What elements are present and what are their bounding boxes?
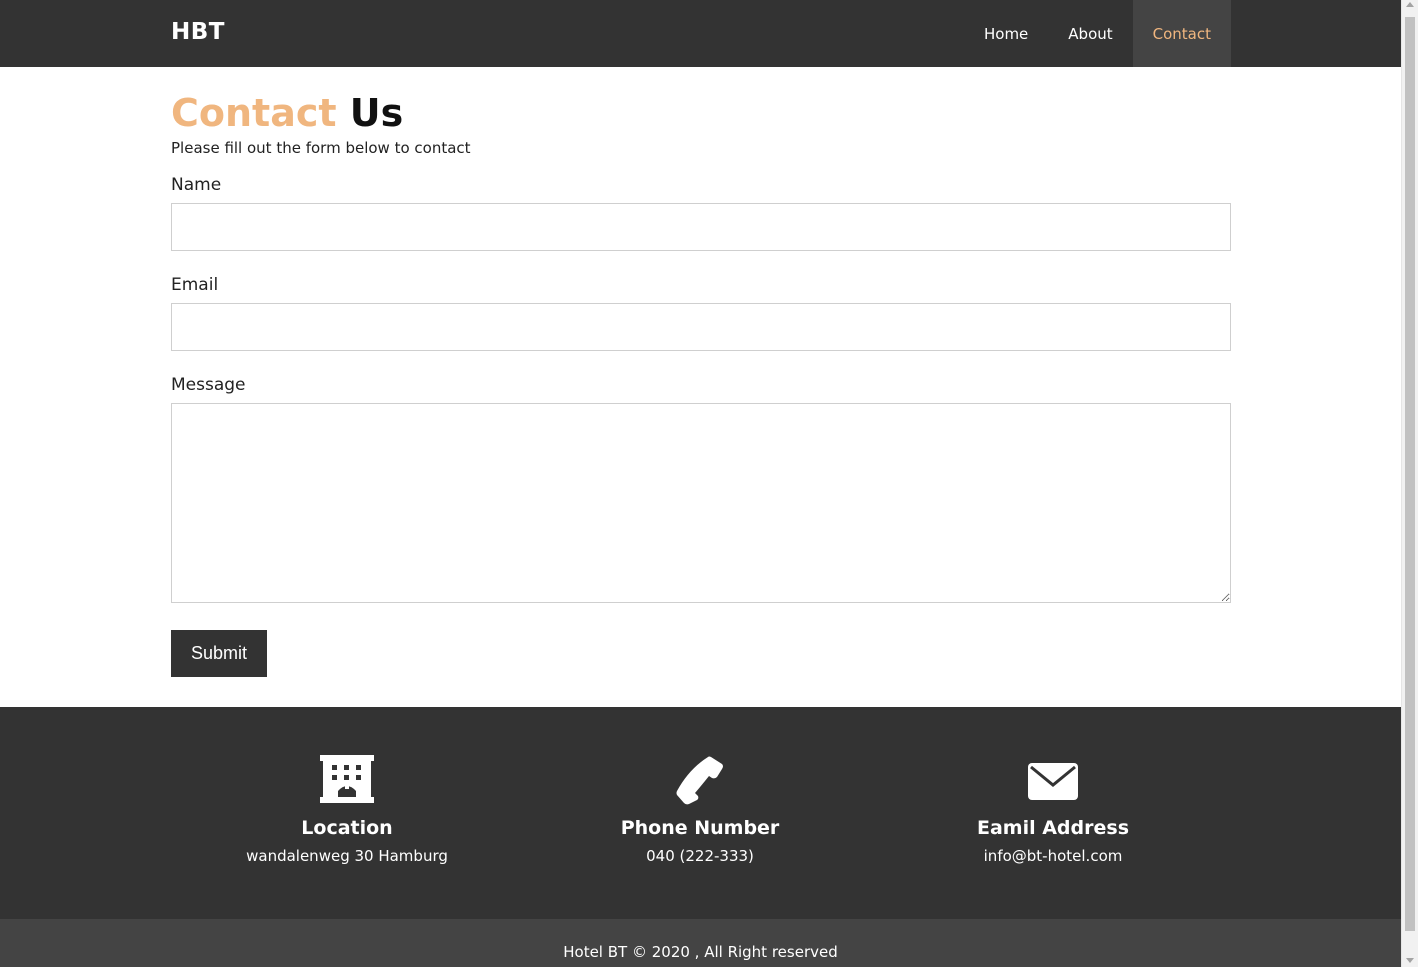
page-subtitle: Please fill out the form below to contac… [171, 139, 471, 157]
email-title: Eamil Address [976, 817, 1130, 839]
page-title-accent: Contact [171, 91, 337, 135]
phone-icon [675, 755, 725, 809]
envelope-icon [1028, 763, 1078, 804]
nav-item-about[interactable]: About [1048, 0, 1132, 67]
copyright-bar: Hotel BT © 2020 , All Right reserved [0, 919, 1401, 967]
page-title-rest: Us [349, 91, 404, 135]
message-label: Message [171, 375, 246, 395]
nav-menu: Home About Contact [964, 0, 1231, 67]
page: HBT Home About Contact Contact Us Please… [0, 0, 1401, 967]
submit-button[interactable]: Submit [171, 630, 267, 677]
phone-value: 040 (222-333) [646, 847, 754, 865]
scrollbar-thumb[interactable] [1405, 17, 1415, 931]
nav-item-home[interactable]: Home [964, 0, 1048, 67]
name-label: Name [171, 175, 222, 195]
contact-section: Contact Us Please fill out the form belo… [171, 90, 1231, 677]
building-icon [320, 755, 374, 807]
brand-logo[interactable]: HBT [171, 19, 225, 45]
scroll-up-arrow-icon[interactable] [1406, 2, 1414, 7]
page-title: Contact Us [171, 90, 1231, 136]
location-value: wandalenweg 30 Hamburg [246, 847, 448, 865]
page-scrollbar[interactable] [1401, 0, 1418, 967]
location-title: Location [301, 817, 393, 839]
navbar: HBT Home About Contact [0, 0, 1401, 67]
scroll-down-arrow-icon[interactable] [1406, 958, 1414, 963]
name-input[interactable] [171, 203, 1231, 251]
phone-title: Phone Number [620, 817, 780, 839]
email-value: info@bt-hotel.com [983, 847, 1123, 865]
message-textarea[interactable] [171, 403, 1231, 603]
email-input[interactable] [171, 303, 1231, 351]
footer-info: Location wandalenweg 30 Hamburg Phone Nu… [0, 707, 1401, 919]
nav-item-contact[interactable]: Contact [1132, 0, 1231, 67]
copyright-text: Hotel BT © 2020 , All Right reserved [563, 943, 838, 961]
email-label: Email [171, 275, 219, 295]
